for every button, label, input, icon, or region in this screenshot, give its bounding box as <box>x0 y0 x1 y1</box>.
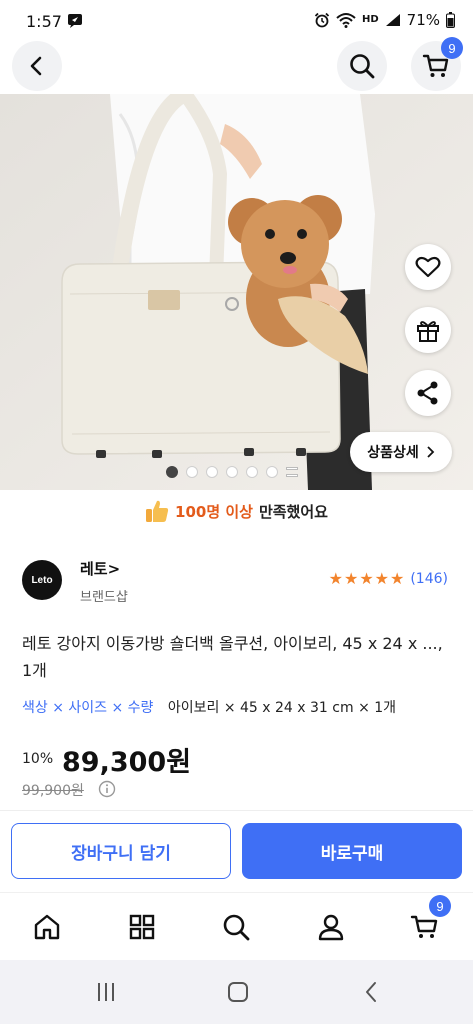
gallery-dot[interactable] <box>186 466 198 478</box>
gallery-dot[interactable] <box>226 466 238 478</box>
network-label: HD <box>361 14 379 25</box>
top-navigation: 9 <box>0 37 473 94</box>
gallery-more-icon[interactable] <box>286 467 298 477</box>
brand-shop-label: 브랜드샵 <box>80 590 128 605</box>
gallery-dot[interactable] <box>206 466 218 478</box>
cart-button[interactable]: 9 <box>411 37 463 91</box>
sale-price: 89,300원 <box>62 747 192 778</box>
recent-apps-icon[interactable] <box>94 980 118 1004</box>
search-button[interactable] <box>337 41 387 91</box>
product-detail-button[interactable]: 상품상세 <box>350 432 452 472</box>
tab-home[interactable] <box>27 907 67 947</box>
info-icon[interactable] <box>98 780 116 798</box>
cart-icon <box>410 915 438 938</box>
satisfaction-count: 100명 이상 <box>175 502 253 521</box>
star-icon: ★ <box>390 569 405 588</box>
product-detail-label: 상품상세 <box>367 445 419 461</box>
option-selector[interactable]: 색상 × 사이즈 × 수량 아이보리 × 45 x 24 x 31 cm × 1… <box>22 697 396 717</box>
review-count[interactable]: (146) <box>410 571 448 587</box>
brand-logo[interactable]: Leto <box>22 560 62 600</box>
tab-cart-badge: 9 <box>429 895 451 917</box>
gallery-dot[interactable] <box>246 466 258 478</box>
grid-icon <box>129 914 155 940</box>
product-title: 레토 강아지 이동가방 숄더백 올쿠션, 아이보리, 45 x 24 x ...… <box>22 634 443 680</box>
option-label: 색상 × 사이즈 × 수량 <box>22 700 154 716</box>
gift-button[interactable] <box>405 307 451 353</box>
signal-icon <box>385 14 400 26</box>
star-icon: ★ <box>359 569 374 588</box>
alarm-icon <box>314 12 330 28</box>
star-icon: ★ <box>343 569 359 588</box>
satisfaction-banner: 100명 이상 만족했어요 <box>0 490 473 532</box>
star-icon: ★ <box>374 569 389 588</box>
search-icon <box>223 914 250 941</box>
chevron-left-icon <box>30 56 42 76</box>
gift-icon <box>417 321 439 342</box>
product-photo <box>0 94 473 490</box>
battery-icon <box>446 12 455 28</box>
gallery-dot[interactable] <box>266 466 278 478</box>
home-icon <box>34 914 60 940</box>
system-navigation-bar <box>0 960 473 1024</box>
satisfaction-text: 만족했어요 <box>258 502 328 521</box>
back-button[interactable] <box>12 41 62 91</box>
search-icon <box>350 54 375 79</box>
tab-my-account[interactable] <box>311 907 351 947</box>
star-icon: ★ <box>328 569 343 588</box>
tab-search[interactable] <box>216 907 256 947</box>
brand-name-link[interactable]: 레토> <box>80 558 120 579</box>
option-value: 아이보리 × 45 x 24 x 31 cm × 1개 <box>167 700 397 716</box>
product-image[interactable] <box>0 94 473 490</box>
add-to-cart-button[interactable]: 장바구니 담기 <box>11 823 231 879</box>
chevron-right-icon <box>427 446 435 458</box>
wifi-icon <box>336 13 356 28</box>
bottom-tab-bar: 9 <box>0 892 473 960</box>
heart-icon <box>415 256 441 278</box>
home-button-icon[interactable] <box>226 980 250 1004</box>
original-price: 99,900원 <box>22 783 84 799</box>
wishlist-button[interactable] <box>405 244 451 290</box>
message-icon <box>68 14 82 28</box>
discount-rate: 10% <box>22 751 54 767</box>
thumbs-up-icon <box>146 500 169 522</box>
back-nav-icon[interactable] <box>360 980 384 1004</box>
gallery-pagination[interactable] <box>166 466 298 478</box>
status-time: 1:57 <box>26 12 62 31</box>
rating[interactable]: ★ ★ ★ ★ ★ (146) <box>328 569 448 588</box>
battery-percent: 71% <box>406 11 440 29</box>
user-icon <box>318 914 344 941</box>
gallery-dot[interactable] <box>166 466 178 478</box>
tab-categories[interactable] <box>122 907 162 947</box>
share-icon <box>417 381 438 405</box>
cart-count-badge: 9 <box>441 37 463 59</box>
tab-cart[interactable]: 9 <box>405 895 451 947</box>
divider <box>0 810 473 811</box>
buy-now-button[interactable]: 바로구매 <box>242 823 462 879</box>
share-button[interactable] <box>405 370 451 416</box>
status-indicators: HD 71% <box>314 11 455 29</box>
